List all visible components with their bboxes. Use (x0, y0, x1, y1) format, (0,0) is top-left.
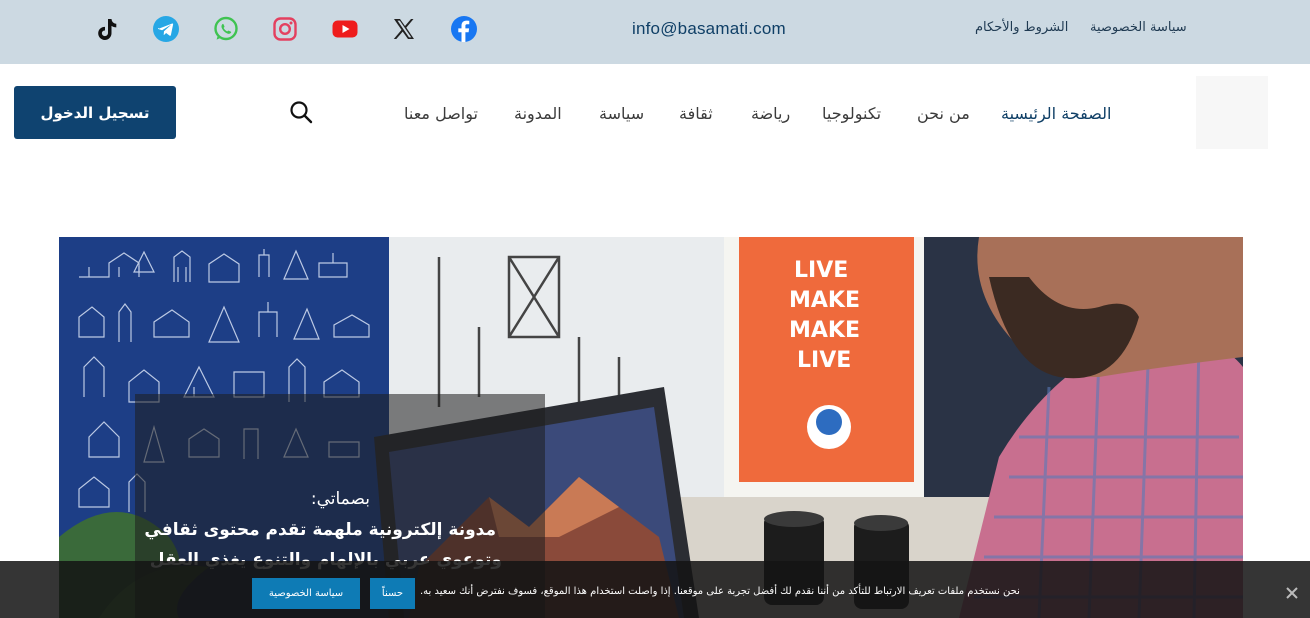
nav-item-contact[interactable]: تواصل معنا (404, 104, 478, 123)
contact-email[interactable]: info@basamati.com (632, 19, 786, 39)
tiktok-icon[interactable] (94, 16, 120, 42)
instagram-icon[interactable] (272, 16, 298, 42)
search-icon[interactable] (288, 99, 314, 125)
close-icon[interactable] (1284, 585, 1300, 601)
telegram-icon[interactable] (153, 16, 179, 42)
nav-item-politics[interactable]: سياسة (599, 104, 644, 123)
site-logo[interactable] (1196, 76, 1268, 149)
nav-item-about[interactable]: من نحن (917, 104, 970, 123)
svg-text:MAKE: MAKE (789, 288, 860, 313)
terms-link[interactable]: الشروط والأحكام (975, 20, 1068, 35)
nav-item-blog[interactable]: المدونة (514, 104, 562, 123)
hero-headline-line1: مدونة إلكترونية ملهمة تقدم محتوى ثقافي (144, 520, 496, 540)
cookie-privacy-button[interactable]: سياسة الخصوصية (252, 578, 360, 609)
nav-item-technology[interactable]: تكنولوجيا (822, 104, 881, 123)
main-header: الصفحة الرئيسية من نحن تكنولوجيا رياضة ث… (0, 64, 1310, 164)
hero-label: بصماتي: (310, 489, 370, 509)
top-bar: info@basamati.com الشروط والأحكام سياسة … (0, 0, 1310, 64)
svg-text:MAKE: MAKE (789, 318, 860, 343)
cookie-accept-button[interactable]: حسناً (370, 578, 415, 609)
svg-text:LIVE: LIVE (797, 348, 851, 373)
youtube-icon[interactable] (332, 16, 358, 42)
facebook-icon[interactable] (451, 16, 477, 42)
cookie-message: نحن نستخدم ملفات تعريف الارتباط للتأكد م… (420, 586, 1020, 597)
nav-item-sports[interactable]: رياضة (751, 104, 790, 123)
cookie-consent-bar: نحن نستخدم ملفات تعريف الارتباط للتأكد م… (0, 561, 1310, 618)
nav-item-home[interactable]: الصفحة الرئيسية (1001, 104, 1111, 123)
svg-text:LIVE: LIVE (794, 258, 848, 283)
nav-item-culture[interactable]: ثقافة (679, 104, 713, 123)
login-button[interactable]: تسجيل الدخول (14, 86, 176, 139)
whatsapp-icon[interactable] (213, 16, 239, 42)
privacy-policy-link[interactable]: سياسة الخصوصية (1090, 20, 1187, 35)
x-icon[interactable] (391, 16, 417, 42)
